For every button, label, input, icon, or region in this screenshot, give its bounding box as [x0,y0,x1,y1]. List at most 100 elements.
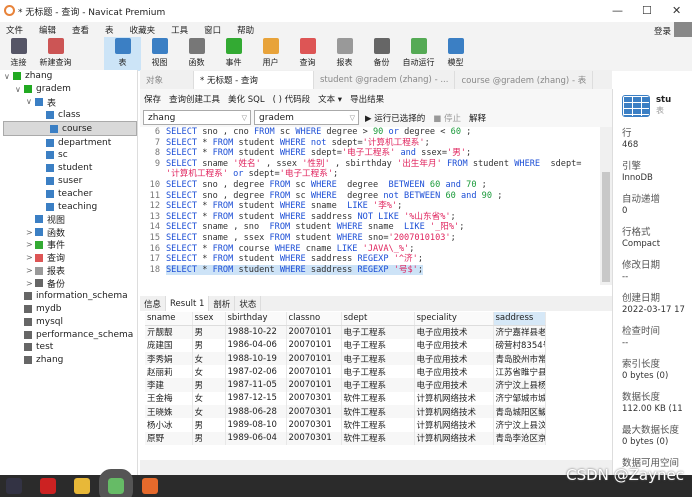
table-row[interactable]: 王晓姝女 1988-06-28 20070301 软件工程系 计算机网络技术 青岛城阳区鲅 [145,405,546,419]
table-row[interactable]: 李建男 1987-11-05 20070101 电子工程系 电子应用技术 济宁汶上县杨 [145,378,546,392]
table-row[interactable]: 李秀娟女 1988-10-19 20070101 电子工程系 电子应用技术 青岛胶州市常 [145,351,546,366]
tree-item[interactable]: > 备份 [0,277,137,290]
table-cell[interactable]: 20070101 [286,365,342,379]
menu-item[interactable]: 编辑 [39,24,56,36]
toolbar-table-button[interactable]: 表 [104,37,141,71]
tree-item[interactable]: > 查询 [0,251,137,264]
app-icon[interactable] [6,478,22,494]
table-cell[interactable]: 计算机网络技术 [414,418,494,432]
chevron-right-icon[interactable]: > [26,253,35,262]
table-cell[interactable]: 李秀娟 [145,351,193,366]
login-button[interactable]: 登录 [654,25,671,37]
horizontal-scrollbar[interactable] [140,460,612,475]
tree-item[interactable]: sc [0,149,137,162]
table-cell[interactable]: 女 [192,351,226,366]
close-button[interactable]: ✕ [672,4,681,17]
toolbar-event-button[interactable]: 事件 [215,37,252,71]
tab[interactable]: course @gradem (zhang) - 表 [455,71,594,89]
maximize-button[interactable]: ☐ [642,4,652,17]
file-explorer-icon[interactable] [74,478,90,494]
stop-button[interactable]: ■ 停止 [433,112,461,124]
table-cell[interactable]: 20070301 [286,405,342,419]
table-cell[interactable]: 庞建国 [145,338,193,352]
result-tab[interactable]: Result 1 [166,296,210,311]
result-tab[interactable]: 状态 [235,296,262,311]
table-row[interactable]: 亓靓靓男 1988-10-22 20070101 电子工程系 电子应用技术 济宁嘉祥县老 [145,325,546,339]
table-cell[interactable]: 李建 [145,378,193,392]
tree-item[interactable]: student [0,162,137,175]
table-cell[interactable]: 软件工程系 [341,431,415,445]
table-cell[interactable]: 济宁汶上县汶 [493,418,546,432]
table-cell[interactable]: 江苏省睢宁县 [493,365,546,379]
tree-item[interactable]: ∨ zhang [0,70,137,83]
tree-item[interactable]: mysql [0,315,137,328]
result-tab[interactable]: 信息 [140,296,167,311]
chevron-right-icon[interactable]: > [26,279,35,288]
tab[interactable]: student @gradem (zhang) - ... [314,71,456,89]
table-cell[interactable]: 男 [192,418,226,432]
table-cell[interactable]: 青岛城阳区鲅 [493,405,546,419]
column-header[interactable]: classno [286,312,342,326]
navicat-icon[interactable] [99,469,133,497]
table-cell[interactable]: 20070301 [286,391,342,406]
tree-item[interactable]: 视图 [0,213,137,226]
run-selected-button[interactable]: ▶ 运行已选择的 [365,112,425,124]
minimize-button[interactable]: — [612,4,623,17]
table-cell[interactable]: 原野 [145,431,193,445]
column-header[interactable]: ssex [192,312,226,326]
column-header[interactable]: speciality [414,312,494,326]
table-row[interactable]: 赵丽莉女 1987-02-06 20070101 电子工程系 电子应用技术 江苏省睢宁县 [145,365,546,379]
table-cell[interactable]: 1987-02-06 [225,365,287,379]
chevron-right-icon[interactable]: > [26,266,35,275]
table-cell[interactable]: 计算机网络技术 [414,405,494,419]
tree-item[interactable]: teacher [0,187,137,200]
table-cell[interactable]: 青岛李沧区京 [493,431,546,445]
query-toolbar-button[interactable]: 查询创建工具 [169,93,220,105]
table-cell[interactable]: 1987-11-05 [225,378,287,392]
table-cell[interactable]: 电子工程系 [341,378,415,392]
menu-item[interactable]: 帮助 [237,24,254,36]
toolbar-auto-run-button[interactable]: 自动运行 [400,37,437,71]
chevron-right-icon[interactable]: > [26,228,35,237]
table-row[interactable]: 杨小冰男 1989-08-10 20070301 软件工程系 计算机网络技术 济宁汶上县汶 [145,418,546,432]
table-cell[interactable]: 20070301 [286,431,342,445]
table-cell[interactable]: 济宁嘉祥县老 [493,325,546,339]
chevron-down-icon[interactable]: ∨ [26,97,35,106]
table-row[interactable]: 原野男 1989-06-04 20070301 软件工程系 计算机网络技术 青岛李沧区京 [145,431,546,445]
toolbar-function-button[interactable]: 函数 [178,37,215,71]
table-cell[interactable]: 女 [192,365,226,379]
tree-item[interactable]: suser [0,175,137,188]
toolbar-view-button[interactable]: 视图 [141,37,178,71]
menu-item[interactable]: 工具 [171,24,188,36]
table-cell[interactable]: 1989-08-10 [225,418,287,432]
toolbar-new-query-button[interactable]: 新建查询 [37,37,74,71]
tree-item[interactable]: performance_schema [0,328,137,341]
table-cell[interactable]: 男 [192,378,226,392]
tree-item[interactable]: test [0,341,137,354]
table-cell[interactable]: 女 [192,391,226,406]
tree-item[interactable]: teaching [0,200,137,213]
table-cell[interactable]: 电子工程系 [341,351,415,366]
menu-item[interactable]: 窗口 [204,24,221,36]
toolbar-report-button[interactable]: 报表 [326,37,363,71]
table-cell[interactable]: 男 [192,431,226,445]
sql-editor[interactable]: 6 SELECT sno , cno FROM sc WHERE degree >… [140,127,600,285]
table-cell[interactable]: 电子工程系 [341,338,415,352]
table-cell[interactable]: 电子应用技术 [414,325,494,339]
firefox-icon[interactable] [142,478,158,494]
table-cell[interactable]: 王晓姝 [145,405,193,419]
toolbar-backup-button[interactable]: 备份 [363,37,400,71]
tree-item[interactable]: class [0,108,137,121]
table-cell[interactable]: 1988-10-19 [225,351,287,366]
tree-item[interactable]: information_schema [0,290,137,303]
table-cell[interactable]: 20070301 [286,418,342,432]
connection-select[interactable]: zhang ▽ [143,110,251,125]
table-cell[interactable]: 赵丽莉 [145,365,193,379]
result-tab[interactable]: 剖析 [209,296,236,311]
table-cell[interactable]: 青岛胶州市常 [493,351,546,366]
table-cell[interactable]: 电子应用技术 [414,378,494,392]
column-header[interactable]: saddress [493,312,546,326]
column-header[interactable]: sdept [341,312,415,326]
column-header[interactable]: sbirthday [225,312,287,326]
table-cell[interactable]: 1986-04-06 [225,338,287,352]
